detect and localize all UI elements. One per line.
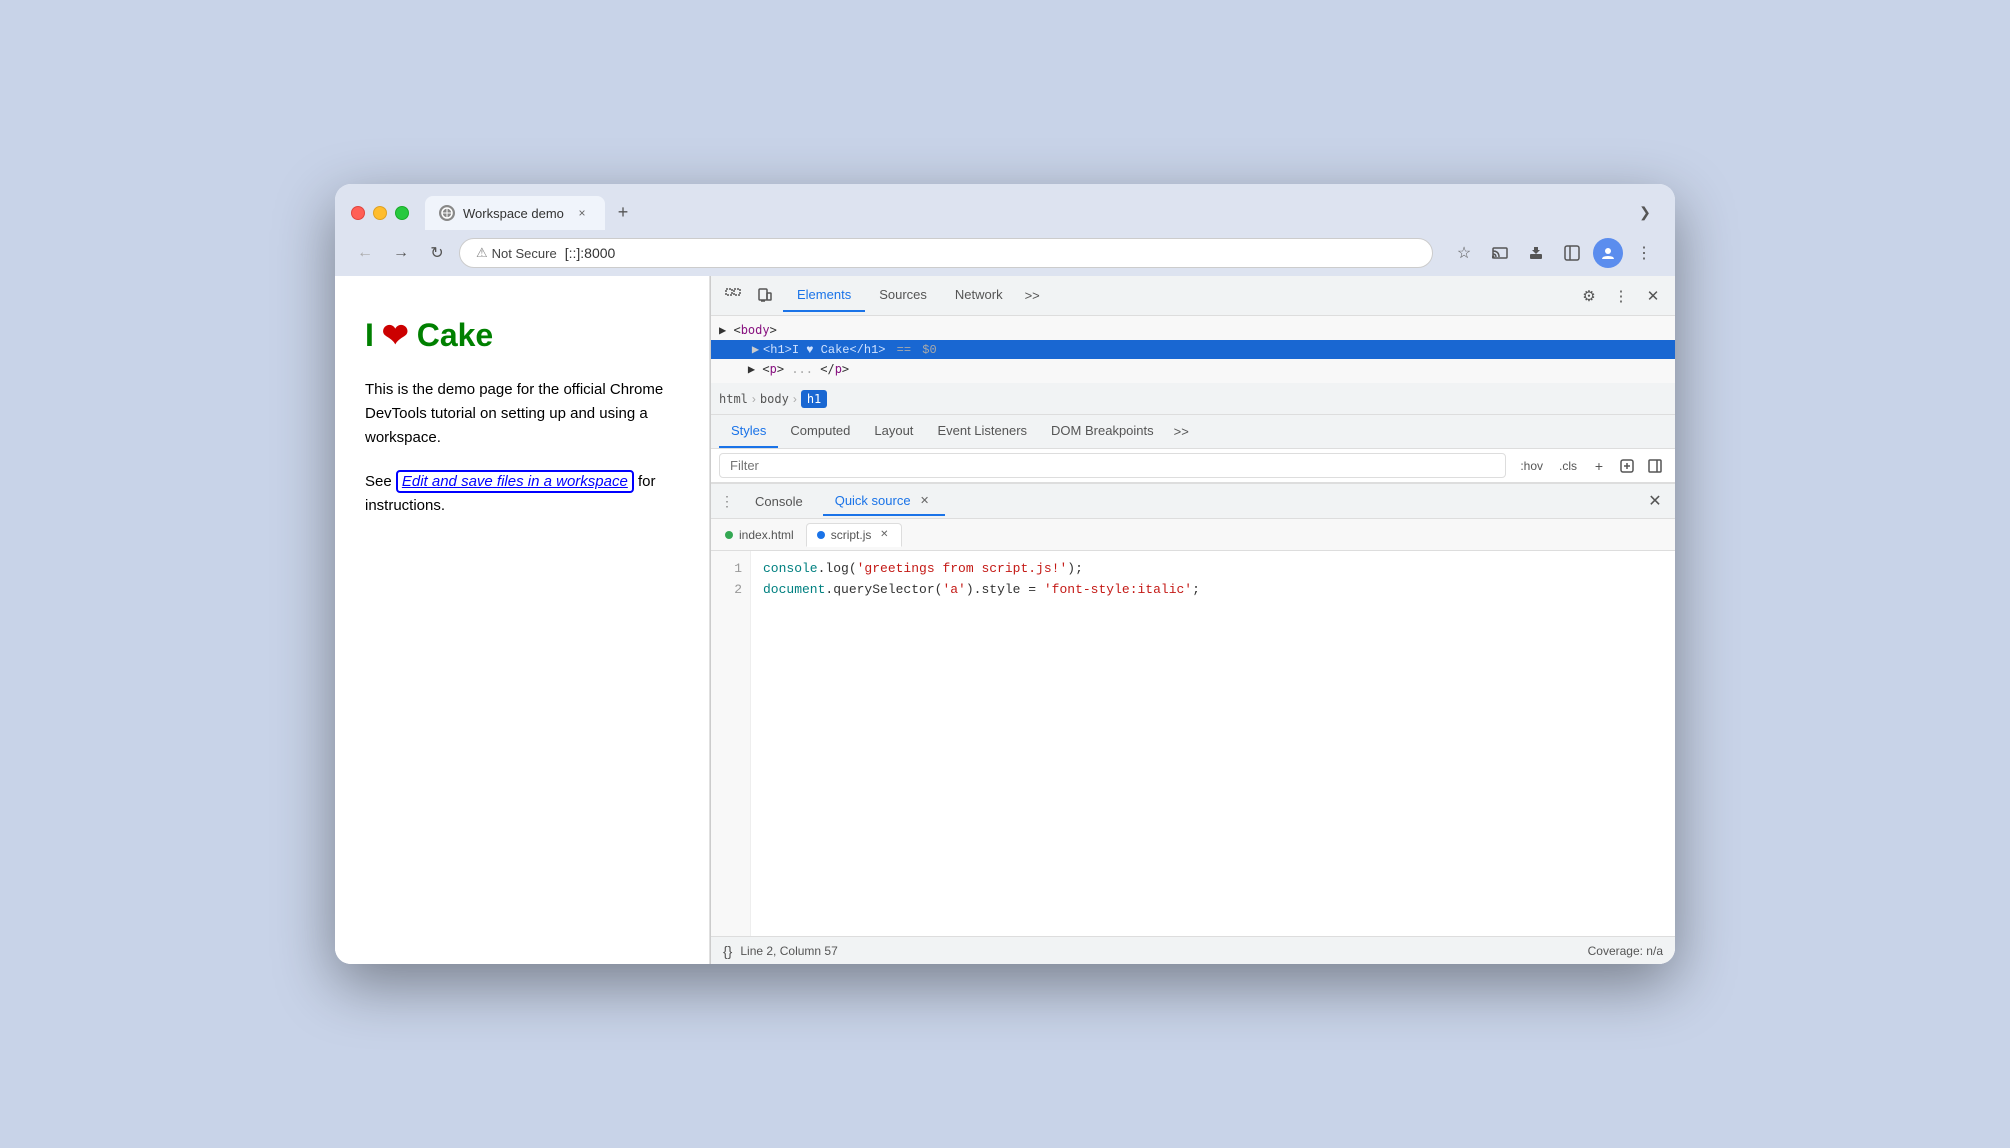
tab-title: Workspace demo bbox=[463, 206, 565, 221]
tab-close-button[interactable]: × bbox=[573, 204, 591, 222]
devtools-toolbar-right: ⚙ ⋮ ✕ bbox=[1575, 282, 1667, 310]
profile-icon[interactable] bbox=[1593, 238, 1623, 268]
traffic-lights bbox=[351, 206, 409, 220]
url-bar[interactable]: ⚠ Not Secure [::]:8000 bbox=[459, 238, 1433, 268]
cast-icon[interactable] bbox=[1485, 238, 1515, 268]
quick-source-tab-label: Quick source bbox=[835, 493, 911, 508]
not-secure-indicator: ⚠ Not Secure bbox=[476, 245, 557, 261]
script-js-dot bbox=[817, 531, 825, 539]
sidebar-icon[interactable] bbox=[1557, 238, 1587, 268]
file-tabs: index.html script.js ✕ bbox=[711, 519, 1675, 551]
styles-tab-computed[interactable]: Computed bbox=[778, 415, 862, 448]
heading-prefix: I bbox=[365, 317, 374, 354]
script-js-tab[interactable]: script.js ✕ bbox=[806, 523, 903, 547]
close-traffic-light[interactable] bbox=[351, 206, 365, 220]
styles-header: Styles Computed Layout Event Listeners D… bbox=[711, 415, 1675, 449]
line-numbers: 1 2 bbox=[711, 551, 751, 936]
breadcrumb-body[interactable]: body bbox=[760, 392, 789, 406]
workspace-link[interactable]: Edit and save files in a workspace bbox=[396, 470, 634, 493]
devtools-settings-icon[interactable]: ⚙ bbox=[1575, 282, 1603, 310]
styles-more-button[interactable]: >> bbox=[1166, 420, 1197, 443]
breadcrumb-h1[interactable]: h1 bbox=[801, 390, 827, 408]
styles-tab-layout[interactable]: Layout bbox=[862, 415, 925, 448]
tabs-area: Workspace demo × + ❯ bbox=[425, 196, 1659, 230]
filter-actions: :hov .cls + bbox=[1514, 454, 1667, 478]
line-number-1: 1 bbox=[719, 559, 742, 580]
toggle-sidebar-icon[interactable] bbox=[1643, 454, 1667, 478]
breadcrumb-html[interactable]: html bbox=[719, 392, 748, 406]
styles-tab-event-listeners[interactable]: Event Listeners bbox=[925, 415, 1039, 448]
devtools-more-icon[interactable]: ⋮ bbox=[1607, 282, 1635, 310]
filter-input[interactable] bbox=[719, 453, 1506, 478]
page-description: This is the demo page for the official C… bbox=[365, 378, 679, 450]
index-html-label: index.html bbox=[739, 528, 794, 542]
quick-source-panel-tab[interactable]: Quick source ✕ bbox=[823, 486, 945, 516]
coverage-status: Coverage: n/a bbox=[1588, 944, 1663, 958]
styles-tab-styles[interactable]: Styles bbox=[719, 415, 778, 448]
url-text: [::]:8000 bbox=[565, 245, 616, 261]
bottom-panel-close-icon[interactable]: ✕ bbox=[1643, 489, 1667, 513]
new-style-rule-icon[interactable] bbox=[1615, 454, 1639, 478]
devtools-panel: Elements Sources Network >> ⚙ ⋮ ✕ ▶ < bbox=[710, 276, 1675, 964]
extensions-icon[interactable] bbox=[1521, 238, 1551, 268]
bottom-panel-header: ⋮ Console Quick source ✕ ✕ bbox=[711, 483, 1675, 519]
quick-source-close-icon[interactable]: ✕ bbox=[917, 492, 933, 508]
page-heading: I ❤ Cake bbox=[365, 316, 679, 354]
code-area: 1 2 console.log('greetings from script.j… bbox=[711, 551, 1675, 936]
cls-button[interactable]: .cls bbox=[1553, 457, 1583, 475]
devtools-close-icon[interactable]: ✕ bbox=[1639, 282, 1667, 310]
device-toolbar-icon[interactable] bbox=[751, 282, 779, 310]
menu-icon[interactable]: ⋮ bbox=[1629, 238, 1659, 268]
add-style-rule-icon[interactable]: + bbox=[1587, 454, 1611, 478]
devtools-toolbar: Elements Sources Network >> ⚙ ⋮ ✕ bbox=[711, 276, 1675, 316]
elements-panel: ▶ <body> ▶ <h1>I ♥ Cake</h1> == $0 ▶ <p>… bbox=[711, 316, 1675, 964]
console-panel-tab[interactable]: Console bbox=[743, 488, 815, 515]
tab-dropdown-button[interactable]: ❯ bbox=[1631, 198, 1659, 226]
line-number-2: 2 bbox=[719, 580, 742, 601]
status-bar: {} Line 2, Column 57 Coverage: n/a bbox=[711, 936, 1675, 964]
tab-favicon bbox=[439, 205, 455, 221]
selected-element-line: ▶ <h1>I ♥ Cake</h1> == $0 bbox=[711, 340, 1675, 359]
back-button[interactable]: ← bbox=[351, 239, 379, 267]
more-tabs-button[interactable]: >> bbox=[1017, 284, 1048, 307]
heart-icon: ❤ bbox=[382, 316, 409, 354]
element-picker-icon[interactable] bbox=[719, 282, 747, 310]
title-bar: Workspace demo × + ❯ bbox=[335, 184, 1675, 230]
heading-cake: Cake bbox=[417, 317, 494, 354]
format-code-icon[interactable]: {} bbox=[723, 943, 732, 959]
panel-drag-handle[interactable]: ⋮ bbox=[719, 493, 735, 509]
maximize-traffic-light[interactable] bbox=[395, 206, 409, 220]
tab-network[interactable]: Network bbox=[941, 279, 1017, 312]
browser-window: Workspace demo × + ❯ ← → ↻ ⚠ Not Secure … bbox=[335, 184, 1675, 964]
see-text: See bbox=[365, 473, 396, 490]
tab-sources[interactable]: Sources bbox=[865, 279, 941, 312]
html-tree: ▶ <body> ▶ <h1>I ♥ Cake</h1> == $0 ▶ <p>… bbox=[711, 316, 1675, 383]
styles-tab-dom-breakpoints[interactable]: DOM Breakpoints bbox=[1039, 415, 1166, 448]
index-html-dot bbox=[725, 531, 733, 539]
console-tab-label: Console bbox=[755, 494, 803, 509]
active-tab[interactable]: Workspace demo × bbox=[425, 196, 605, 230]
page-link-wrap: See Edit and save files in a workspace f… bbox=[365, 470, 679, 518]
forward-button[interactable]: → bbox=[387, 239, 415, 267]
refresh-button[interactable]: ↻ bbox=[423, 239, 451, 267]
warning-icon: ⚠ bbox=[476, 245, 488, 261]
new-tab-button[interactable]: + bbox=[609, 198, 637, 226]
script-js-label: script.js bbox=[831, 528, 872, 542]
address-bar: ← → ↻ ⚠ Not Secure [::]:8000 ☆ bbox=[335, 230, 1675, 276]
filter-bar: :hov .cls + bbox=[711, 449, 1675, 483]
not-secure-label: Not Secure bbox=[492, 246, 557, 261]
code-content[interactable]: console.log('greetings from script.js!')… bbox=[751, 551, 1675, 936]
minimize-traffic-light[interactable] bbox=[373, 206, 387, 220]
script-js-close-icon[interactable]: ✕ bbox=[877, 528, 891, 542]
toolbar-icons: ☆ bbox=[1449, 238, 1659, 268]
elements-breadcrumb: html › body › h1 bbox=[711, 383, 1675, 415]
bookmark-icon[interactable]: ☆ bbox=[1449, 238, 1479, 268]
line-col-status: Line 2, Column 57 bbox=[740, 944, 837, 958]
tab-elements[interactable]: Elements bbox=[783, 279, 865, 312]
page-content: I ❤ Cake This is the demo page for the o… bbox=[335, 276, 710, 964]
index-html-tab[interactable]: index.html bbox=[715, 524, 804, 546]
hov-button[interactable]: :hov bbox=[1514, 457, 1549, 475]
main-area: I ❤ Cake This is the demo page for the o… bbox=[335, 276, 1675, 964]
devtools-tabs: Elements Sources Network >> bbox=[783, 279, 1571, 312]
